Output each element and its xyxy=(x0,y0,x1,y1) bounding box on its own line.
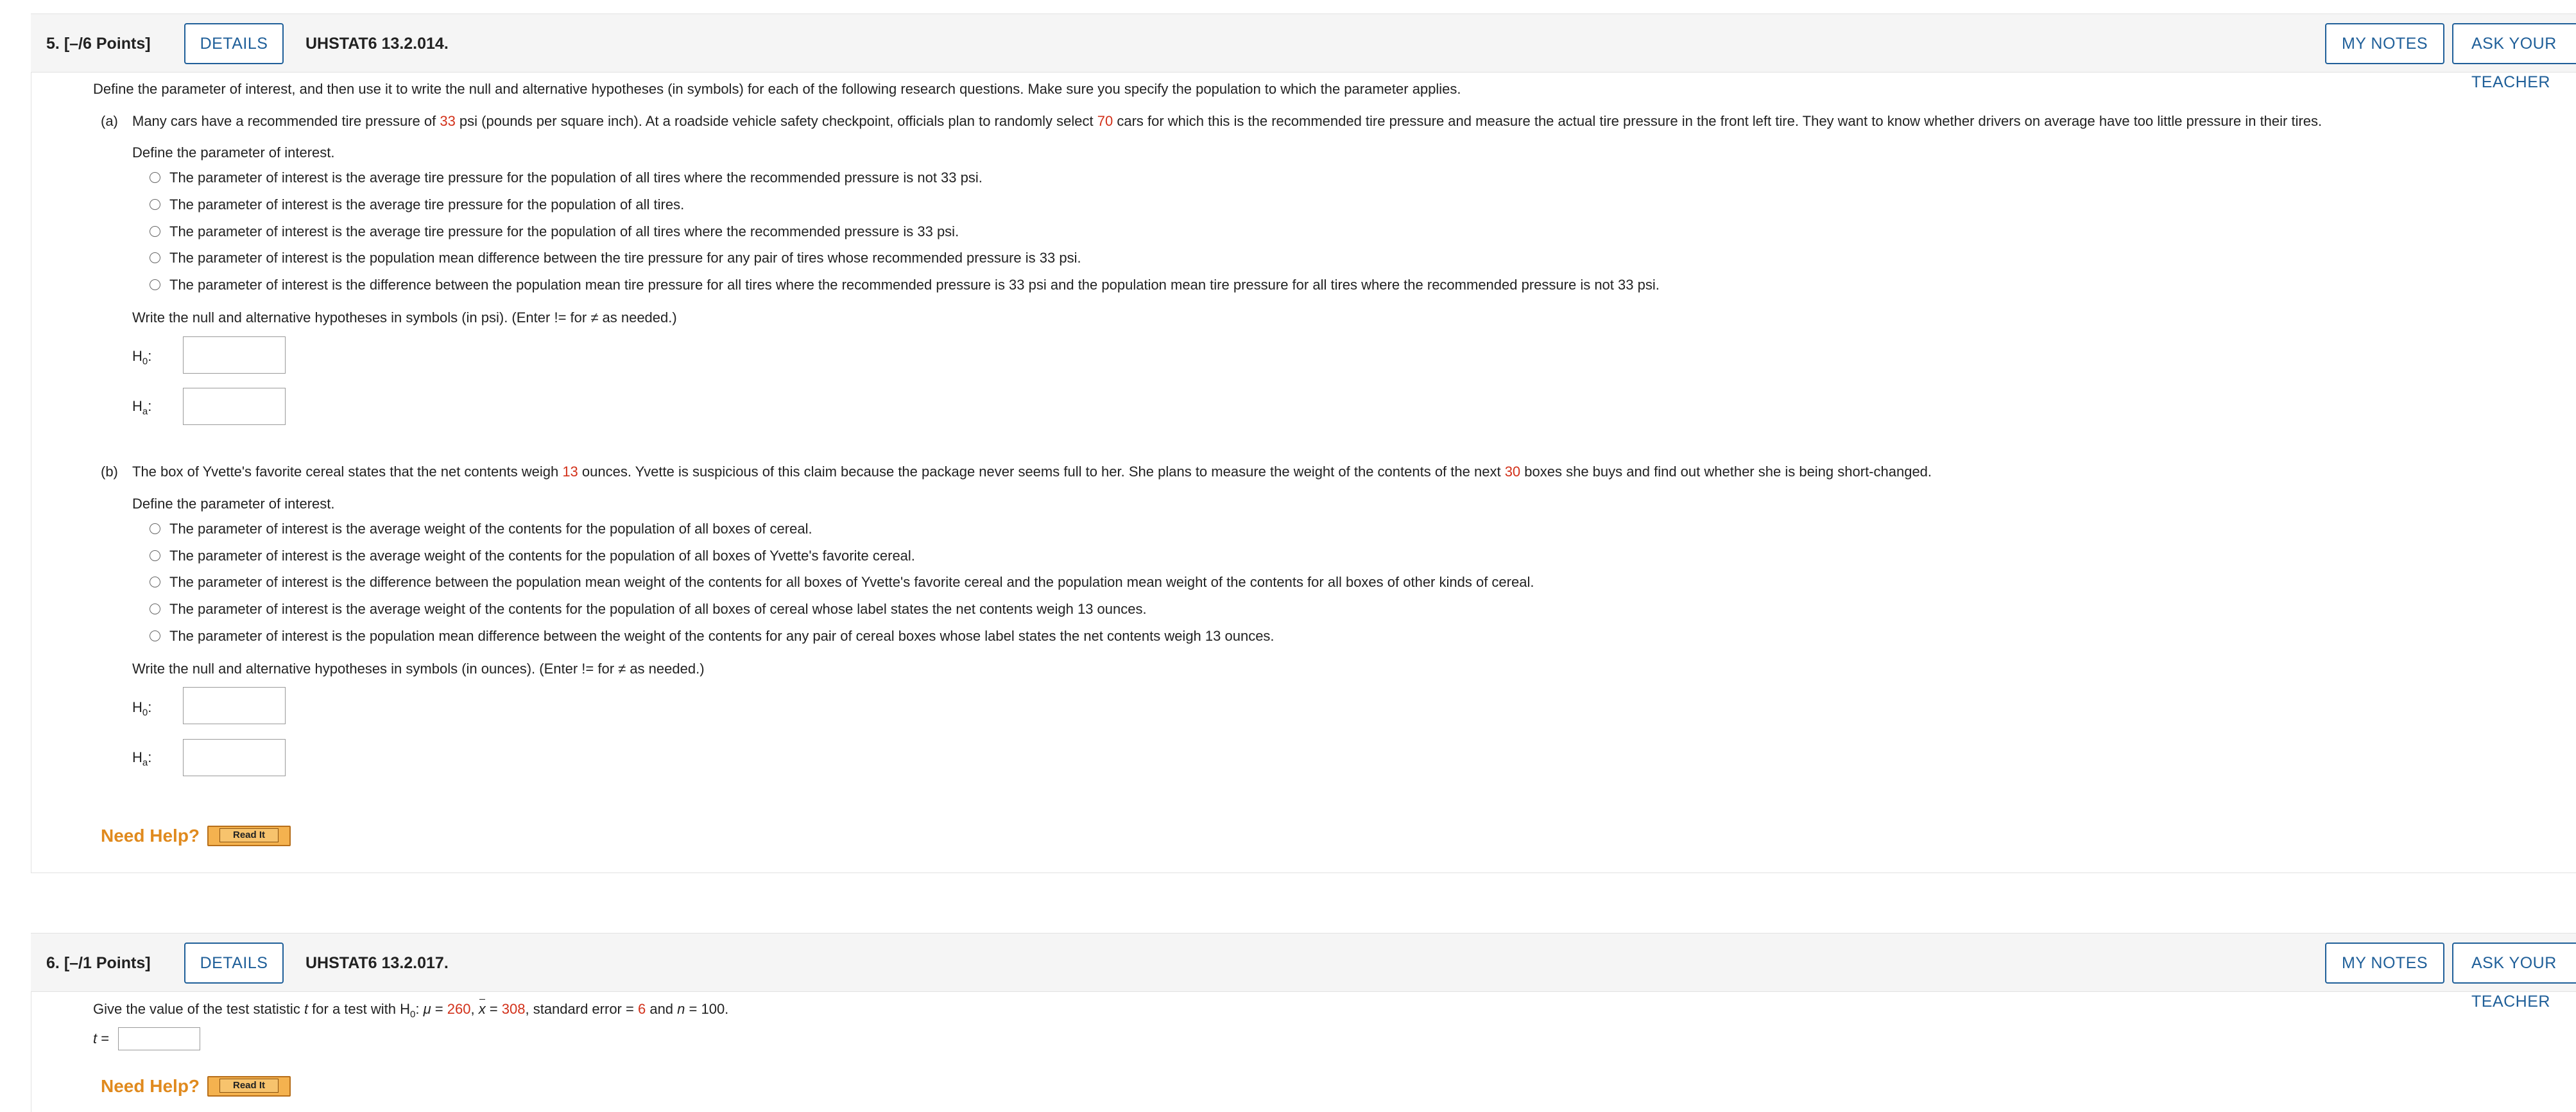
t-label: t = xyxy=(93,1030,110,1047)
details-button[interactable]: DETAILS xyxy=(184,943,284,984)
question-6-prompt: Give the value of the test statistic t f… xyxy=(93,999,729,1020)
part-b-option-4-radio[interactable] xyxy=(150,604,160,614)
part-b-question-text: The box of Yvette's favorite cereal stat… xyxy=(132,463,1932,481)
need-help-label: Need Help? xyxy=(101,1076,200,1096)
details-button[interactable]: DETAILS xyxy=(184,23,284,64)
part-b-ha-input[interactable] xyxy=(183,739,286,776)
part-b-option-4-label[interactable]: The parameter of interest is the average… xyxy=(169,600,1147,618)
part-b-value-boxes: 30 xyxy=(1504,464,1521,480)
need-help-label: Need Help? xyxy=(101,826,200,846)
part-a-option-2-label[interactable]: The parameter of interest is the average… xyxy=(169,196,684,214)
part-a-option-1-label[interactable]: The parameter of interest is the average… xyxy=(169,169,983,187)
part-b-option-3-label[interactable]: The parameter of interest is the differe… xyxy=(169,573,1534,591)
part-a-ha-input[interactable] xyxy=(183,388,286,425)
part-a-h0-label: H0: xyxy=(132,348,152,367)
ask-teacher-button[interactable]: ASK YOUR TEACHER xyxy=(2452,943,2576,1011)
read-it-label: Read It xyxy=(219,1079,279,1093)
part-b-h0-input[interactable] xyxy=(183,687,286,724)
part-a-text-3: cars for which this is the recommended t… xyxy=(1113,113,2323,129)
part-b-option-5-radio[interactable] xyxy=(150,630,160,641)
part-a-letter: (a) xyxy=(101,113,118,129)
part-b-option-1-label[interactable]: The parameter of interest is the average… xyxy=(169,520,812,538)
part-a-option-5-radio[interactable] xyxy=(150,279,160,290)
read-it-button[interactable]: Read It xyxy=(207,1076,291,1097)
my-notes-button[interactable]: MY NOTES xyxy=(2325,23,2444,64)
part-b-text-1: The box of Yvette's favorite cereal stat… xyxy=(132,464,563,480)
part-a-option-2-radio[interactable] xyxy=(150,199,160,210)
part-a-option-3-label[interactable]: The parameter of interest is the average… xyxy=(169,223,959,241)
question-number: 5. xyxy=(46,35,60,53)
part-b-text-2: ounces. Yvette is suspicious of this cla… xyxy=(578,464,1505,480)
part-b-option-3-radio[interactable] xyxy=(150,577,160,587)
part-a-define-label: Define the parameter of interest. xyxy=(132,144,335,161)
part-a-option-4-label[interactable]: The parameter of interest is the populat… xyxy=(169,249,1081,267)
part-a-h0-input[interactable] xyxy=(183,336,286,374)
part-a-text-2: psi (pounds per square inch). At a roads… xyxy=(455,113,1097,129)
part-b-ha-label: Ha: xyxy=(132,749,152,769)
part-b-option-2-label[interactable]: The parameter of interest is the average… xyxy=(169,547,915,565)
question-5-header: 5. [–/6 Points] DETAILS UHSTAT6 13.2.014… xyxy=(31,13,2576,91)
part-b-h0-label: H0: xyxy=(132,699,152,718)
my-notes-button[interactable]: MY NOTES xyxy=(2325,943,2444,984)
question-points: [–/1 Points] xyxy=(64,954,151,972)
part-a-text-1: Many cars have a recommended tire pressu… xyxy=(132,113,440,129)
part-a-option-3-radio[interactable] xyxy=(150,226,160,237)
question-id: UHSTAT6 13.2.017. xyxy=(305,954,449,972)
question-5-number-points: 5. [–/6 Points] xyxy=(46,14,151,73)
part-b-text-3: boxes she buys and find out whether she … xyxy=(1520,464,1932,480)
part-a-question-text: Many cars have a recommended tire pressu… xyxy=(132,112,2322,130)
read-it-label: Read It xyxy=(219,828,279,842)
part-a-option-4-radio[interactable] xyxy=(150,252,160,263)
part-b-define-label: Define the parameter of interest. xyxy=(132,496,335,512)
part-b-write-label: Write the null and alternative hypothese… xyxy=(132,661,705,677)
part-a-value-cars: 70 xyxy=(1097,113,1113,129)
question-number: 6. xyxy=(46,954,60,972)
mu-value: 260 xyxy=(447,1001,471,1017)
standard-error-value: 6 xyxy=(637,1001,646,1017)
question-points: [–/6 Points] xyxy=(64,35,151,53)
t-value-input[interactable] xyxy=(118,1027,200,1050)
part-b-option-1-radio[interactable] xyxy=(150,523,160,534)
part-a-ha-label: Ha: xyxy=(132,398,152,417)
part-a-value-psi: 33 xyxy=(440,113,456,129)
part-a-option-1-radio[interactable] xyxy=(150,172,160,183)
read-it-button[interactable]: Read It xyxy=(207,826,291,846)
part-b-letter: (b) xyxy=(101,464,118,480)
question-6-header: 6. [–/1 Points] DETAILS UHSTAT6 13.2.017… xyxy=(31,933,2576,1011)
question-5-intro: Define the parameter of interest, and th… xyxy=(93,81,1461,97)
part-b-option-2-radio[interactable] xyxy=(150,550,160,561)
x-bar-value: 308 xyxy=(501,1001,526,1017)
part-a-write-label: Write the null and alternative hypothese… xyxy=(132,309,677,326)
x-bar-symbol: x xyxy=(478,999,486,1017)
part-b-option-5-label[interactable]: The parameter of interest is the populat… xyxy=(169,627,1275,645)
part-a-option-5-label[interactable]: The parameter of interest is the differe… xyxy=(169,276,1660,294)
ask-teacher-button[interactable]: ASK YOUR TEACHER xyxy=(2452,23,2576,91)
part-b-value-ounces: 13 xyxy=(562,464,578,480)
question-id: UHSTAT6 13.2.014. xyxy=(305,35,449,53)
question-6-number-points: 6. [–/1 Points] xyxy=(46,934,151,993)
